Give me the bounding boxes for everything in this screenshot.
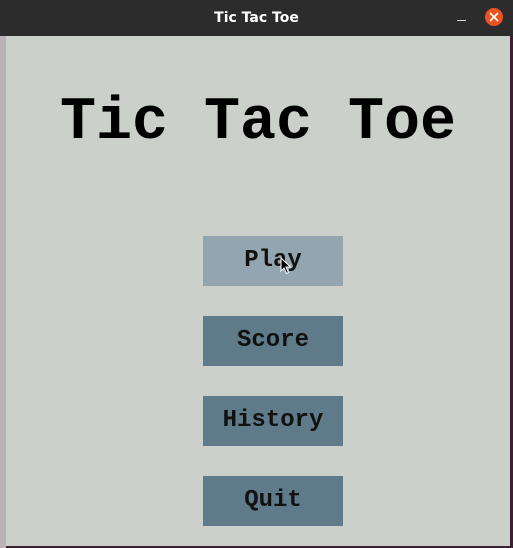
app-window: Tic Tac Toe Tic Tac Toe Play Score Histo… bbox=[0, 0, 513, 548]
title-bar[interactable]: Tic Tac Toe bbox=[0, 0, 513, 36]
play-button[interactable]: Play bbox=[203, 236, 343, 286]
main-menu: Tic Tac Toe Play Score History Quit bbox=[6, 36, 510, 546]
window-title: Tic Tac Toe bbox=[214, 10, 299, 26]
close-button[interactable] bbox=[485, 8, 503, 26]
score-button[interactable]: Score bbox=[203, 316, 343, 366]
minimize-icon bbox=[457, 20, 466, 21]
minimize-button[interactable] bbox=[452, 8, 472, 28]
history-button[interactable]: History bbox=[203, 396, 343, 446]
quit-button[interactable]: Quit bbox=[203, 476, 343, 526]
close-icon bbox=[489, 12, 499, 22]
game-title: Tic Tac Toe bbox=[59, 89, 457, 157]
